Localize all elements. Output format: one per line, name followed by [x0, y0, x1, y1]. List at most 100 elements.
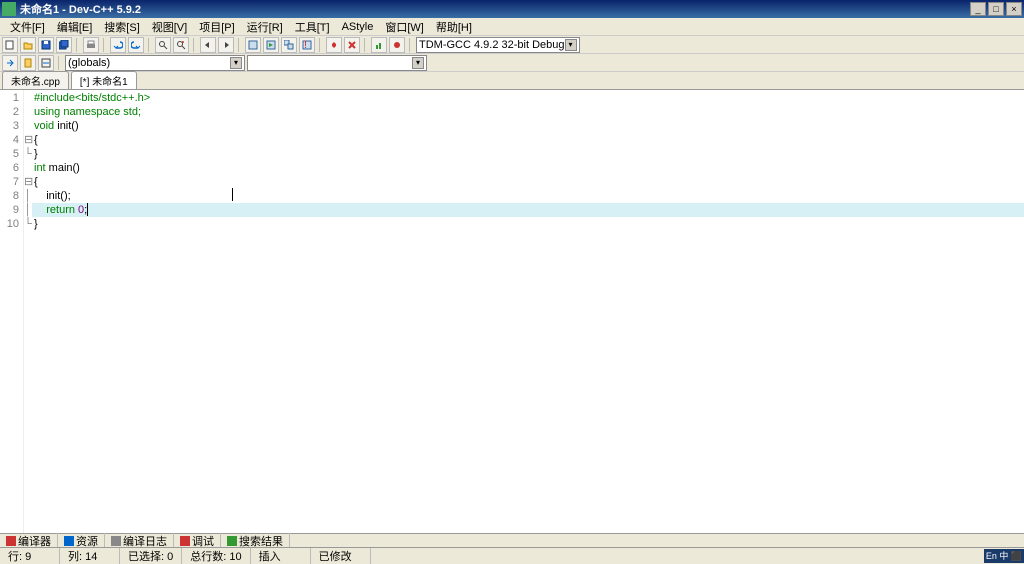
code-line-6[interactable]: int main() [32, 161, 1024, 175]
fold-marker[interactable] [24, 105, 32, 119]
tab-icon [180, 536, 190, 546]
stop-button[interactable] [344, 37, 360, 53]
window-titlebar: 未命名1 - Dev-C++ 5.9.2 _ □ × [0, 0, 1024, 18]
code-line-2[interactable]: using namespace std; [32, 105, 1024, 119]
secondary-cursor [232, 188, 233, 201]
menu-item-2[interactable]: 搜索[S] [98, 19, 145, 35]
line-number: 6 [0, 161, 19, 175]
fold-marker[interactable] [24, 91, 32, 105]
menu-item-7[interactable]: AStyle [336, 21, 380, 33]
chevron-down-icon: ▾ [565, 39, 577, 51]
code-line-4[interactable]: { [32, 133, 1024, 147]
new-file-button[interactable] [2, 37, 18, 53]
compiler-select-text: TDM-GCC 4.9.2 32-bit Debug [419, 39, 565, 51]
redo-button[interactable] [128, 37, 144, 53]
code-line-8[interactable]: init(); [32, 189, 1024, 203]
symbol-select[interactable]: ▾ [247, 55, 427, 71]
code-editor[interactable]: 12345678910 ⊟└⊟││└ #include<bits/stdc++.… [0, 90, 1024, 533]
line-number: 1 [0, 91, 19, 105]
fold-marker[interactable]: │ [24, 203, 32, 217]
menu-item-8[interactable]: 窗口[W] [379, 19, 430, 35]
profile-button[interactable] [371, 37, 387, 53]
line-gutter: 12345678910 [0, 90, 24, 533]
line-number: 10 [0, 217, 19, 231]
menu-item-1[interactable]: 编辑[E] [51, 19, 98, 35]
code-line-9[interactable]: return 0; [32, 203, 1024, 217]
fold-marker[interactable]: ⊟ [24, 175, 32, 189]
bookmark-button[interactable] [20, 55, 36, 71]
debug-breakpoint-button[interactable] [389, 37, 405, 53]
menubar: 文件[F]编辑[E]搜索[S]视图[V]项目[P]运行[R]工具[T]AStyl… [0, 18, 1024, 36]
bottom-panel-tabs: 编译器资源编译日志调试搜索结果 [0, 533, 1024, 547]
run-button[interactable] [263, 37, 279, 53]
status-insert: 插入 [251, 548, 311, 564]
compiler-select[interactable]: TDM-GCC 4.9.2 32-bit Debug ▾ [416, 37, 580, 53]
rebuild-button[interactable]: ! [299, 37, 315, 53]
text-caret [87, 203, 88, 216]
menu-item-3[interactable]: 视图[V] [146, 19, 193, 35]
fold-marker[interactable] [24, 161, 32, 175]
status-modified: 已修改 [311, 548, 371, 564]
find-button[interactable] [155, 37, 171, 53]
fold-marker[interactable] [24, 119, 32, 133]
compile-run-button[interactable] [281, 37, 297, 53]
tab-icon [111, 536, 121, 546]
open-button[interactable] [20, 37, 36, 53]
minimize-button[interactable]: _ [970, 2, 986, 16]
line-number: 9 [0, 203, 19, 217]
toolbar-nav: (globals) ▾ ▾ [0, 54, 1024, 72]
app-icon [2, 2, 16, 16]
undo-button[interactable] [110, 37, 126, 53]
line-number: 7 [0, 175, 19, 189]
compile-button[interactable] [245, 37, 261, 53]
line-number: 8 [0, 189, 19, 203]
status-sel: 已选择: 0 [120, 548, 182, 564]
fold-marker[interactable]: ⊟ [24, 133, 32, 147]
forward-button[interactable] [218, 37, 234, 53]
toolbar-main: ! TDM-GCC 4.9.2 32-bit Debug ▾ [0, 36, 1024, 54]
statusbar: 行: 9 列: 14 已选择: 0 总行数: 10 插入 已修改 En 中 ⬛ [0, 547, 1024, 563]
code-line-5[interactable]: } [32, 147, 1024, 161]
scope-select-text: (globals) [68, 57, 110, 69]
file-tab-1[interactable]: [*] 未命名1 [71, 71, 137, 89]
code-line-10[interactable]: } [32, 217, 1024, 231]
menu-item-0[interactable]: 文件[F] [4, 19, 51, 35]
tab-icon [227, 536, 237, 546]
back-button[interactable] [200, 37, 216, 53]
tab-icon [64, 536, 74, 546]
tab-icon [6, 536, 16, 546]
code-line-7[interactable]: { [32, 175, 1024, 189]
menu-item-5[interactable]: 运行[R] [241, 19, 289, 35]
maximize-button[interactable]: □ [988, 2, 1004, 16]
save-all-button[interactable] [56, 37, 72, 53]
status-line: 行: 9 [0, 548, 60, 564]
file-tab-0[interactable]: 未命名.cpp [2, 71, 69, 89]
replace-button[interactable] [173, 37, 189, 53]
line-number: 3 [0, 119, 19, 133]
code-line-3[interactable]: void init() [32, 119, 1024, 133]
fold-marker[interactable]: │ [24, 189, 32, 203]
code-line-1[interactable]: #include<bits/stdc++.h> [32, 91, 1024, 105]
debug-button[interactable] [326, 37, 342, 53]
print-button[interactable] [83, 37, 99, 53]
fold-marker[interactable]: └ [24, 147, 32, 161]
status-total: 总行数: 10 [182, 548, 250, 564]
menu-item-4[interactable]: 项目[P] [193, 19, 240, 35]
scope-select[interactable]: (globals) ▾ [65, 55, 245, 71]
close-button[interactable]: × [1006, 2, 1022, 16]
goto-button[interactable] [2, 55, 18, 71]
status-col: 列: 14 [60, 548, 120, 564]
svg-text:!: ! [304, 40, 307, 50]
goto-line-button[interactable] [38, 55, 54, 71]
menu-item-6[interactable]: 工具[T] [289, 19, 336, 35]
chevron-down-icon: ▾ [412, 57, 424, 69]
line-number: 5 [0, 147, 19, 161]
menu-item-9[interactable]: 帮助[H] [430, 19, 478, 35]
fold-column[interactable]: ⊟└⊟││└ [24, 90, 32, 533]
line-number: 2 [0, 105, 19, 119]
chevron-down-icon: ▾ [230, 57, 242, 69]
code-area[interactable]: #include<bits/stdc++.h>using namespace s… [32, 90, 1024, 533]
save-button[interactable] [38, 37, 54, 53]
ime-indicator[interactable]: En 中 ⬛ [984, 549, 1024, 563]
fold-marker[interactable]: └ [24, 217, 32, 231]
